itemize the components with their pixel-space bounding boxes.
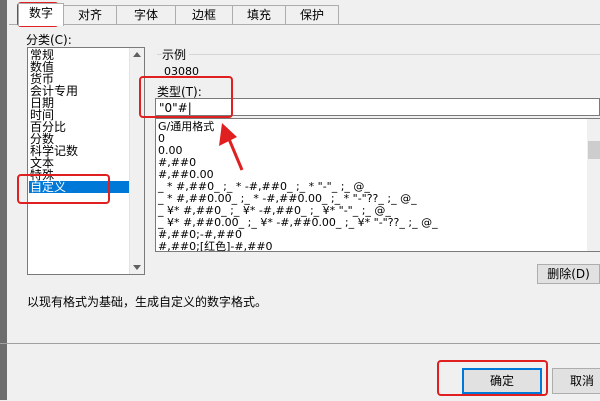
annotation-arrow-icon [219,123,244,171]
tab-number[interactable]: 数字 [18,3,64,26]
